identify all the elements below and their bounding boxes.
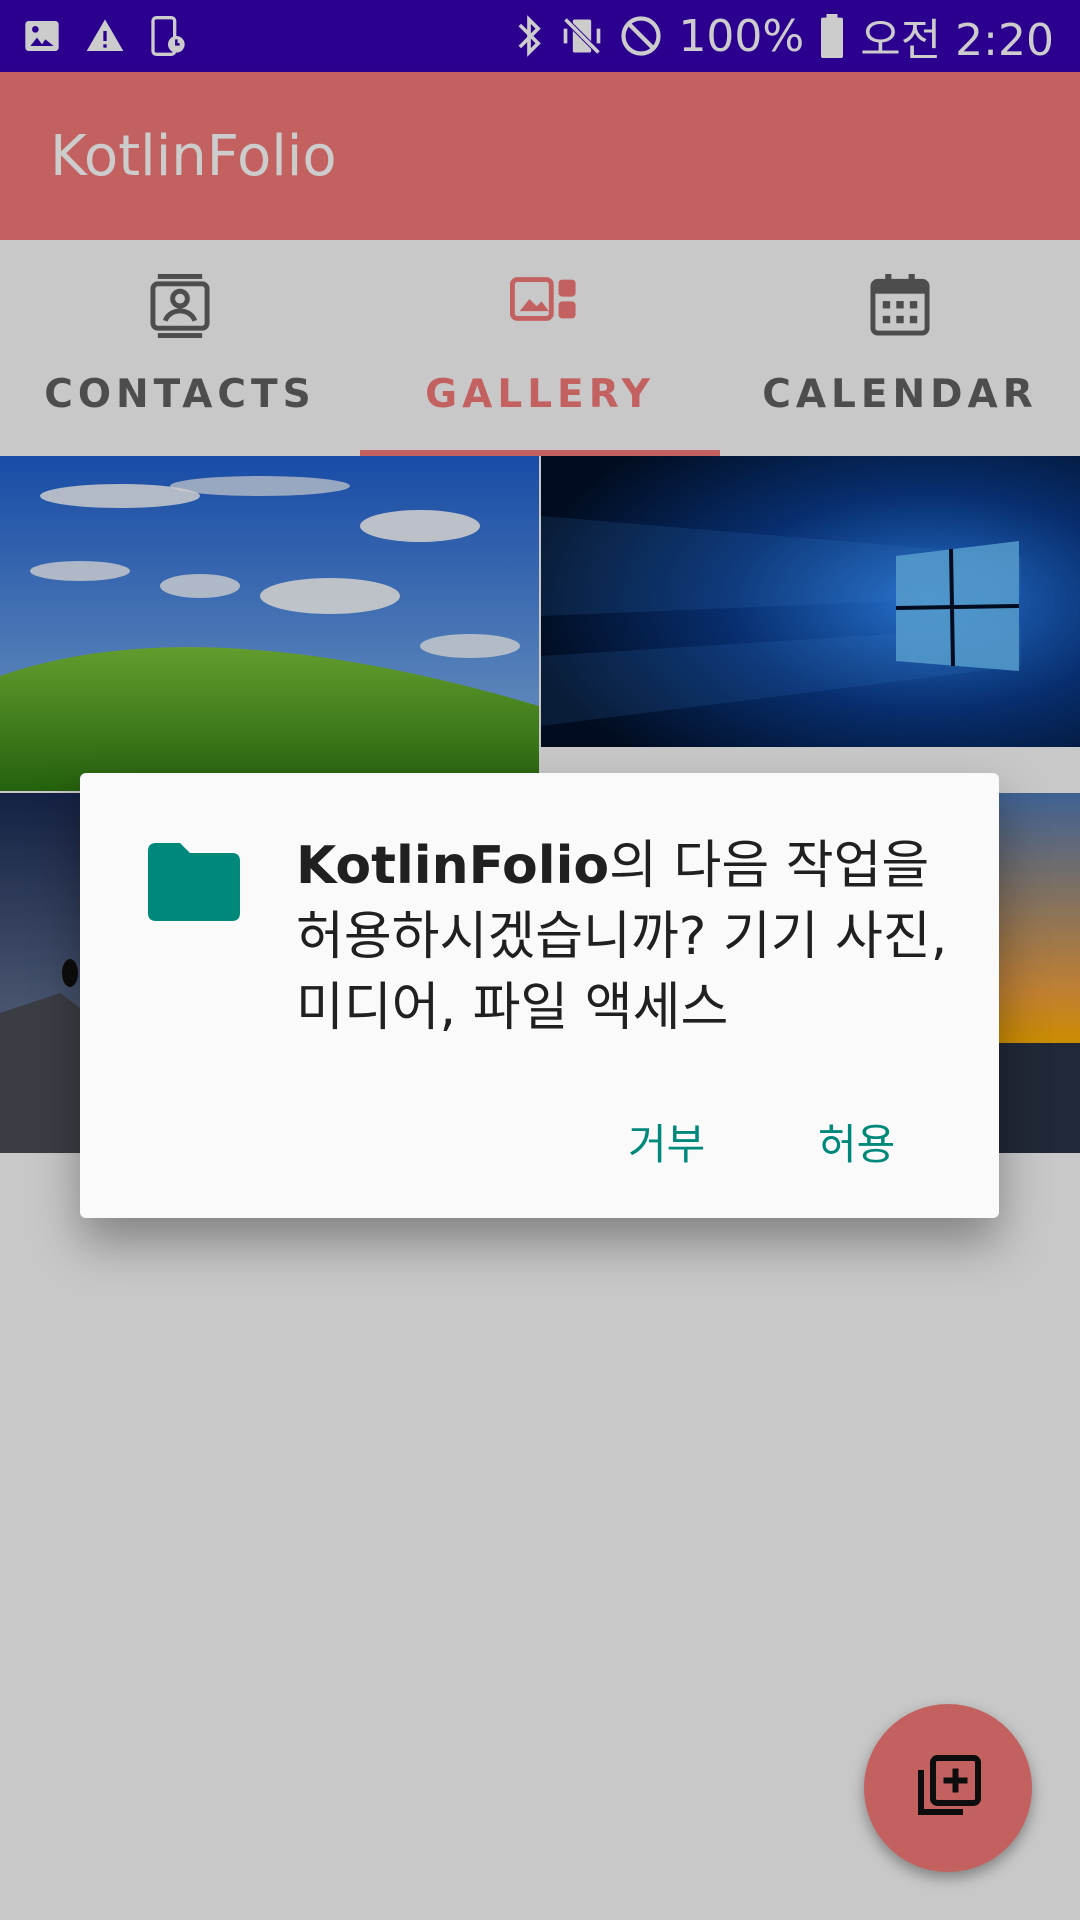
permission-dialog: KotlinFolio의 다음 작업을 허용하시겠습니까? 기기 사진, 미디어…: [80, 773, 999, 1218]
deny-button[interactable]: 거부: [616, 1103, 717, 1180]
add-photo-fab[interactable]: [864, 1704, 1032, 1872]
allow-button[interactable]: 허용: [806, 1103, 907, 1180]
dialog-message: KotlinFolio의 다음 작업을 허용하시겠습니까? 기기 사진, 미디어…: [296, 831, 956, 1044]
dialog-app-name: KotlinFolio: [296, 836, 610, 896]
folder-icon: [148, 843, 240, 921]
